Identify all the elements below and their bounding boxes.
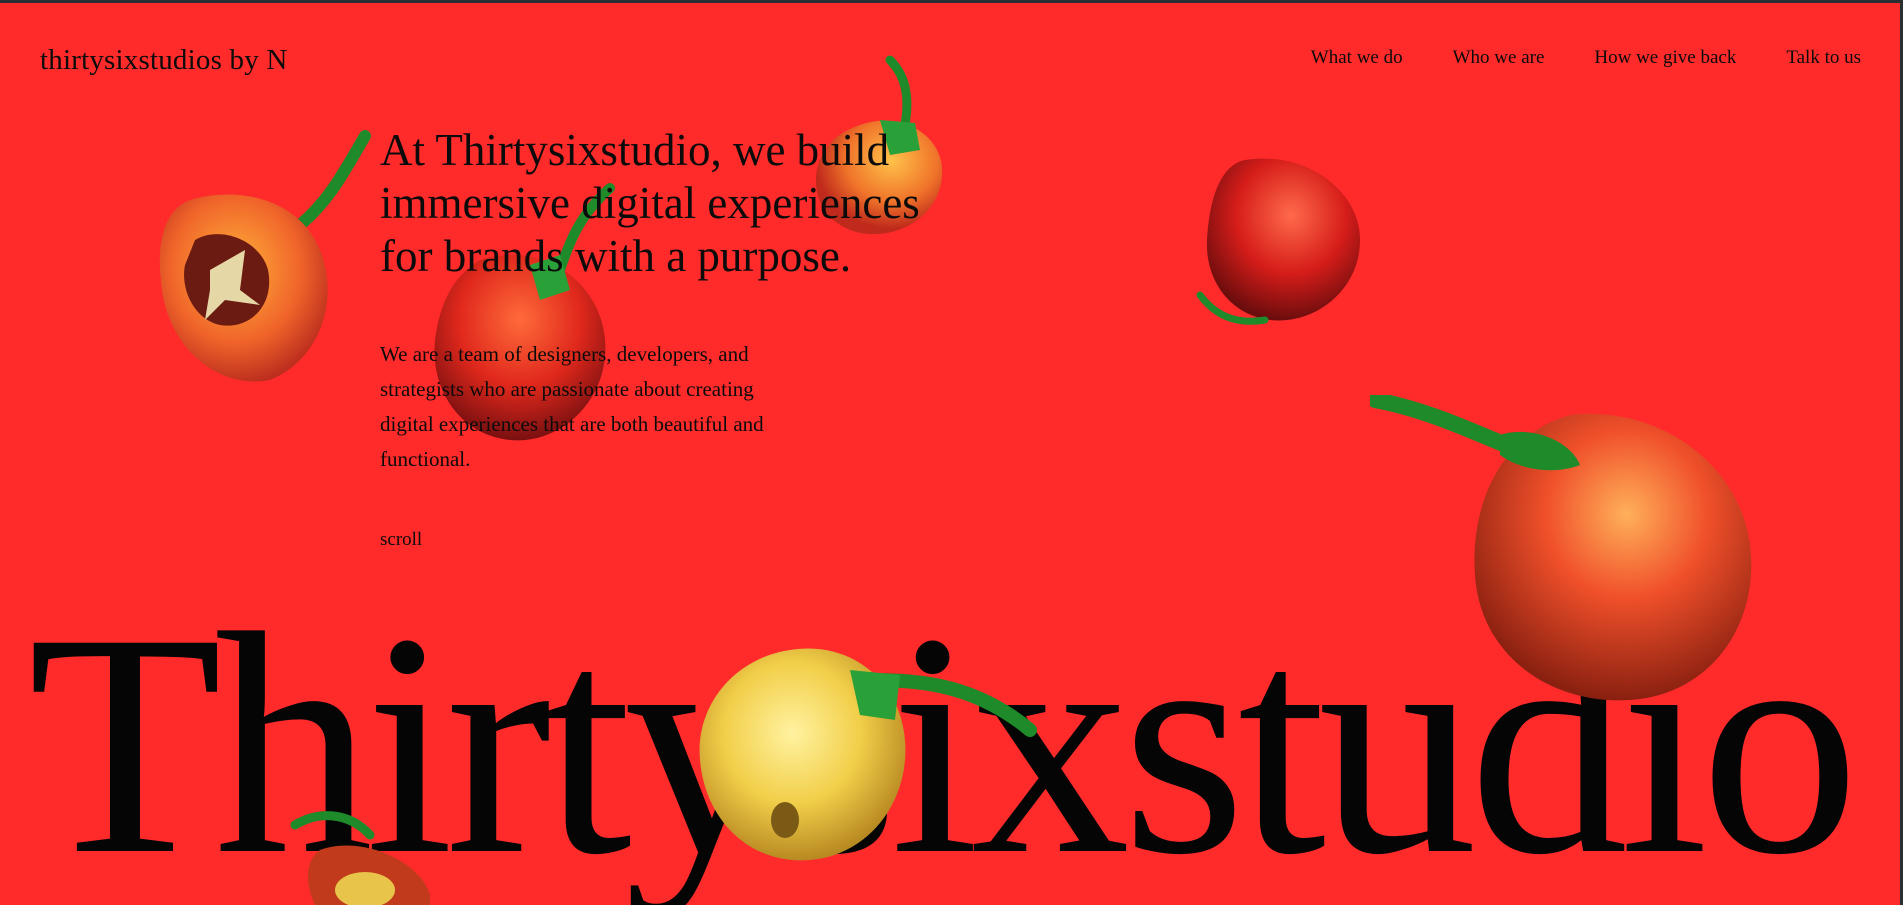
window-top-border — [0, 0, 1903, 3]
nav-how-we-give-back[interactable]: How we give back — [1594, 47, 1736, 69]
nav-talk-to-us[interactable]: Talk to us — [1786, 47, 1861, 69]
nav-who-we-are[interactable]: Who we are — [1453, 47, 1545, 69]
habanero-pepper-orange-large-icon — [1370, 395, 1752, 701]
habanero-pepper-yellow-icon — [699, 648, 1037, 861]
brand-logo[interactable]: thirtysixstudios by N — [40, 44, 288, 77]
habanero-pepper-yellow-bottom-icon — [290, 811, 430, 905]
scroll-indicator[interactable]: scroll — [380, 529, 422, 551]
habanero-pepper-red-right-icon — [1196, 158, 1360, 325]
hero-title: At Thirtysixstudio, we build immersive d… — [380, 125, 920, 281]
main-nav: What we do Who we are How we give back T… — [1311, 47, 1861, 69]
hero-description: We are a team of designers, developers, … — [380, 342, 764, 471]
habanero-pepper-orange-cut-icon — [159, 130, 371, 382]
nav-what-we-do[interactable]: What we do — [1311, 47, 1403, 69]
